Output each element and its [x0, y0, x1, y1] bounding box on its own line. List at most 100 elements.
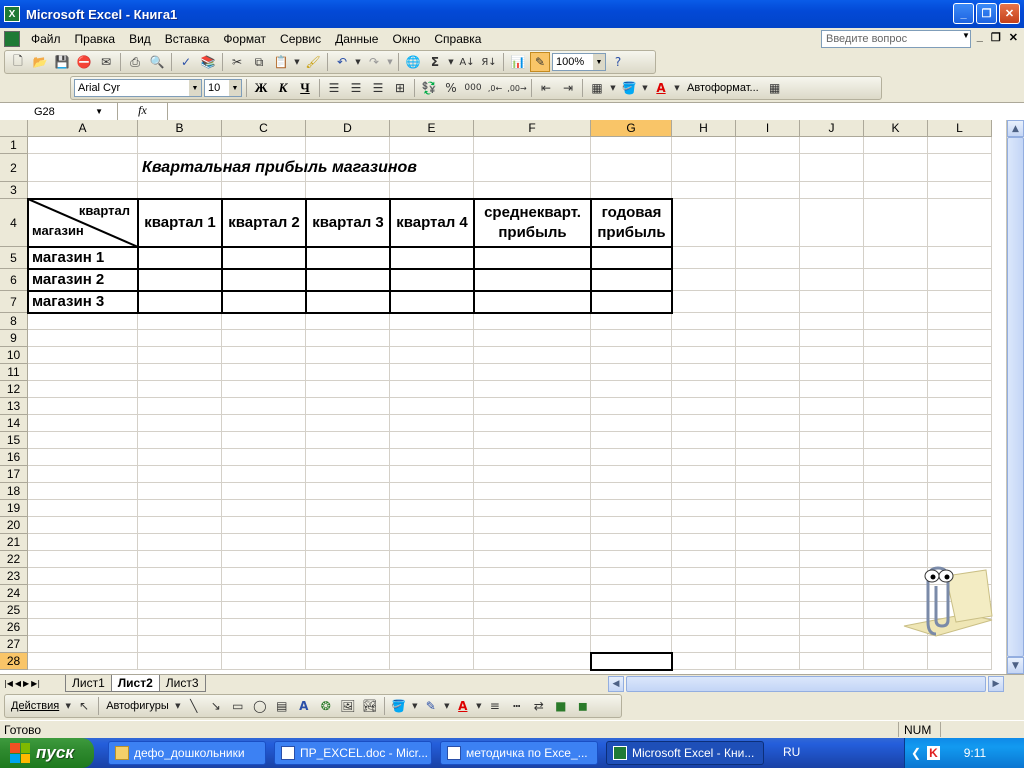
- row-header[interactable]: 11: [0, 364, 28, 381]
- grid-cell[interactable]: [591, 330, 672, 347]
- grid-cell[interactable]: [591, 500, 672, 517]
- row-header[interactable]: 9: [0, 330, 28, 347]
- currency-icon[interactable]: 💱: [419, 78, 439, 98]
- grid-cell[interactable]: [928, 247, 992, 269]
- row-header[interactable]: 14: [0, 415, 28, 432]
- column-header[interactable]: C: [222, 120, 306, 137]
- grid-cell[interactable]: [474, 182, 591, 199]
- grid-cell[interactable]: [591, 415, 672, 432]
- grid-cell[interactable]: [28, 313, 138, 330]
- grid-cell[interactable]: [672, 330, 736, 347]
- grid-cell[interactable]: [390, 364, 474, 381]
- column-header[interactable]: E: [390, 120, 474, 137]
- row-header[interactable]: 13: [0, 398, 28, 415]
- grid-cell[interactable]: [864, 182, 928, 199]
- zoom-select[interactable]: 100% ▼: [552, 53, 606, 71]
- grid-cell[interactable]: [672, 182, 736, 199]
- autosum-icon[interactable]: Σ: [425, 52, 445, 72]
- ask-question-input[interactable]: Введите вопрос: [821, 30, 971, 48]
- language-indicator[interactable]: RU: [783, 745, 800, 759]
- grid-cell[interactable]: [138, 517, 222, 534]
- grid-cell[interactable]: [864, 517, 928, 534]
- grid-cell[interactable]: [138, 636, 222, 653]
- clipart-icon[interactable]: 🖼: [338, 696, 358, 716]
- start-button[interactable]: пуск: [0, 738, 94, 768]
- name-box[interactable]: G28 ▼: [0, 102, 118, 121]
- grid-cell[interactable]: [928, 483, 992, 500]
- grid-cell[interactable]: [138, 585, 222, 602]
- grid-cell[interactable]: [864, 415, 928, 432]
- save-icon[interactable]: 💾: [52, 52, 72, 72]
- grid-cell[interactable]: [306, 653, 390, 670]
- office-assistant-clippy[interactable]: [896, 556, 996, 640]
- grid-cell[interactable]: [736, 199, 800, 247]
- grid-cell[interactable]: [736, 483, 800, 500]
- last-sheet-icon[interactable]: ▶|: [31, 679, 40, 688]
- grid-cell[interactable]: [222, 585, 306, 602]
- line-icon[interactable]: ╲: [184, 696, 204, 716]
- grid-cell[interactable]: [390, 483, 474, 500]
- grid-cell[interactable]: [390, 619, 474, 636]
- grid-cell[interactable]: [864, 653, 928, 670]
- actions-menu[interactable]: Действия: [8, 700, 62, 712]
- increase-indent-icon[interactable]: ⇥: [558, 78, 578, 98]
- paste-dropdown-icon[interactable]: ▼: [293, 52, 301, 72]
- grid-cell[interactable]: [390, 517, 474, 534]
- grid-cell[interactable]: [591, 636, 672, 653]
- grid-cell[interactable]: [390, 585, 474, 602]
- grid-cell[interactable]: [306, 466, 390, 483]
- fill-dropdown-icon[interactable]: ▼: [641, 78, 649, 98]
- grid-cell[interactable]: [672, 483, 736, 500]
- grid-cell[interactable]: [672, 551, 736, 568]
- grid-cell[interactable]: [306, 449, 390, 466]
- row-header[interactable]: 19: [0, 500, 28, 517]
- grid-cell[interactable]: [474, 653, 591, 670]
- grid-cell[interactable]: [736, 182, 800, 199]
- grid-cell[interactable]: [736, 137, 800, 154]
- grid-cell[interactable]: [928, 199, 992, 247]
- grid-cell[interactable]: [800, 466, 864, 483]
- grid-cell[interactable]: [800, 619, 864, 636]
- grid-cell[interactable]: [222, 551, 306, 568]
- grid-cell[interactable]: [138, 381, 222, 398]
- grid-cell[interactable]: [928, 364, 992, 381]
- scroll-up-icon[interactable]: ▲: [1007, 120, 1024, 137]
- arrow-icon[interactable]: ↘: [206, 696, 226, 716]
- sort-ascending-icon[interactable]: A↓: [457, 52, 477, 72]
- grid-cell[interactable]: [306, 347, 390, 364]
- grid-cell[interactable]: [222, 432, 306, 449]
- grid-cell[interactable]: [800, 653, 864, 670]
- grid-cell[interactable]: [672, 347, 736, 364]
- grid-cell[interactable]: [800, 199, 864, 247]
- grid-cell[interactable]: [222, 137, 306, 154]
- grid-cell[interactable]: [864, 364, 928, 381]
- grid-cell[interactable]: [222, 415, 306, 432]
- grid-cell[interactable]: [474, 347, 591, 364]
- menu-insert[interactable]: Вставка: [158, 32, 217, 46]
- grid-cell[interactable]: [800, 269, 864, 291]
- grid-cell[interactable]: [306, 398, 390, 415]
- grid-cell[interactable]: [864, 347, 928, 364]
- grid-cell[interactable]: [928, 269, 992, 291]
- grid-cell[interactable]: [474, 137, 591, 154]
- grid-cell[interactable]: [474, 432, 591, 449]
- grid-cell[interactable]: [138, 432, 222, 449]
- grid-cell[interactable]: [138, 347, 222, 364]
- grid-cell[interactable]: [800, 182, 864, 199]
- row-header[interactable]: 7: [0, 291, 28, 313]
- grid-cell[interactable]: [736, 269, 800, 291]
- sheet-tab-3[interactable]: Лист3: [158, 675, 206, 692]
- grid-cell[interactable]: [800, 247, 864, 269]
- grid-cell[interactable]: [736, 500, 800, 517]
- grid-cell[interactable]: [474, 500, 591, 517]
- new-icon[interactable]: 🗋: [8, 52, 28, 72]
- spelling-icon[interactable]: ✓: [176, 52, 196, 72]
- grid-cell[interactable]: [736, 449, 800, 466]
- textbox-icon[interactable]: ▤: [272, 696, 292, 716]
- italic-button[interactable]: К: [273, 80, 293, 96]
- grid-cell[interactable]: [222, 636, 306, 653]
- grid-cell[interactable]: [306, 500, 390, 517]
- task-excel[interactable]: Microsoft Excel - Кни...: [606, 741, 764, 765]
- font-color-draw-icon[interactable]: A: [453, 696, 473, 716]
- horizontal-scrollbar[interactable]: ◀ ▶: [608, 676, 1004, 692]
